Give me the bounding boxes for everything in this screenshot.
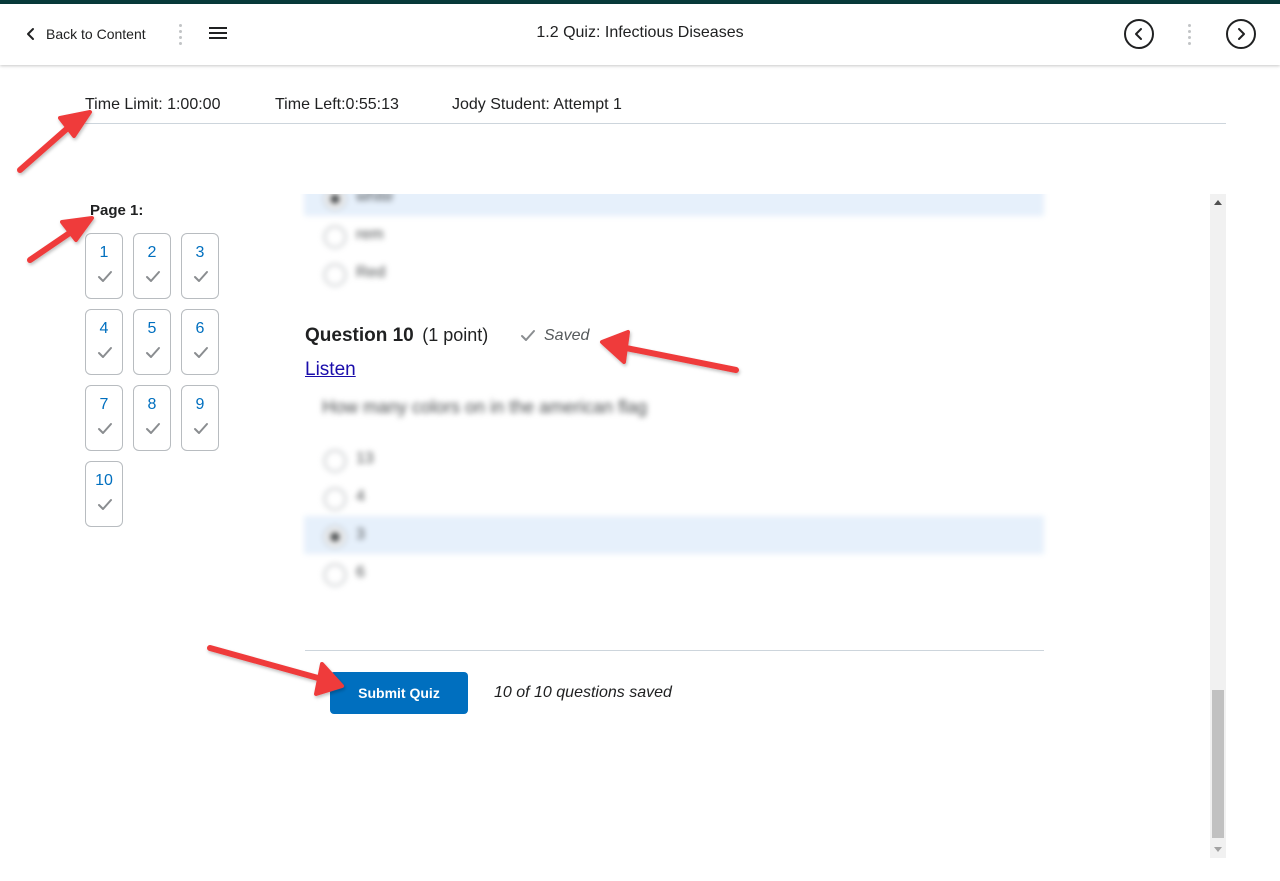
question-number: 4 xyxy=(99,320,109,337)
question-header: Question 10 (1 point) xyxy=(305,325,488,347)
previous-button[interactable] xyxy=(1124,19,1154,49)
radio-button[interactable] xyxy=(324,264,346,286)
attempt-info: Jody Student: Attempt 1 xyxy=(452,96,622,113)
time-left: Time Left:0:55:13 xyxy=(275,96,399,113)
checkmark-icon xyxy=(194,271,208,282)
header-bar: Back to Content 1.2 Quiz: Infectious Dis… xyxy=(0,4,1280,65)
question-nav-item[interactable]: 4 xyxy=(85,309,123,375)
question-number: 10 xyxy=(95,472,113,489)
saved-label: Saved xyxy=(544,327,590,344)
question-points: (1 point) xyxy=(422,325,489,345)
checkmark-icon xyxy=(146,347,160,358)
question-number: 9 xyxy=(195,396,205,413)
answer-option[interactable]: Red xyxy=(304,254,1044,292)
scrollbar-thumb[interactable] xyxy=(1212,690,1224,838)
menu-button[interactable] xyxy=(208,24,232,44)
checkmark-icon xyxy=(98,271,112,282)
answer-option[interactable]: white xyxy=(304,194,1044,216)
option-label: 6 xyxy=(356,564,365,581)
checkmark-icon xyxy=(521,330,535,341)
answer-option[interactable]: 6 xyxy=(304,554,1044,592)
question-number: 6 xyxy=(195,320,205,337)
scroll-up-arrow-icon[interactable] xyxy=(1214,200,1222,205)
question-nav-item[interactable]: 7 xyxy=(85,385,123,451)
answer-option[interactable]: 13 xyxy=(304,440,1044,478)
checkmark-icon xyxy=(98,499,112,510)
chevron-right-circle-icon xyxy=(1238,28,1245,40)
radio-button[interactable] xyxy=(324,226,346,248)
answer-option[interactable]: rem xyxy=(304,216,1044,254)
radio-button[interactable] xyxy=(324,564,346,586)
radio-button[interactable] xyxy=(324,488,346,510)
question-title: Question 10 xyxy=(305,325,414,346)
option-label: 3 xyxy=(356,526,365,543)
divider xyxy=(305,650,1044,651)
question-nav-item[interactable]: 6 xyxy=(181,309,219,375)
chevron-left-circle-icon xyxy=(1135,28,1142,40)
question-nav-item[interactable]: 1 xyxy=(85,233,123,299)
question-number: 8 xyxy=(147,396,157,413)
scrollbar[interactable] xyxy=(1210,194,1226,858)
answer-option[interactable]: 3 xyxy=(304,516,1044,554)
quiz-content: white rem Red Question 10 (1 point) Save… xyxy=(300,194,1210,858)
question-nav-item[interactable]: 5 xyxy=(133,309,171,375)
checkmark-icon xyxy=(98,423,112,434)
hamburger-icon xyxy=(209,27,227,29)
option-label: rem xyxy=(356,226,384,243)
time-limit: Time Limit: 1:00:00 xyxy=(85,96,221,113)
next-button[interactable] xyxy=(1226,19,1256,49)
question-number: 7 xyxy=(99,396,109,413)
option-label: 13 xyxy=(356,450,374,467)
question-number: 3 xyxy=(195,244,205,261)
question-number: 5 xyxy=(147,320,157,337)
question-nav-item[interactable]: 9 xyxy=(181,385,219,451)
checkmark-icon xyxy=(194,423,208,434)
saved-count: 10 of 10 questions saved xyxy=(494,684,672,701)
question-nav-item[interactable]: 8 xyxy=(133,385,171,451)
question-number: 1 xyxy=(99,244,109,261)
option-label: Red xyxy=(356,264,386,281)
radio-button[interactable] xyxy=(324,194,346,210)
submit-quiz-button[interactable]: Submit Quiz xyxy=(330,672,468,714)
question-nav-item[interactable]: 3 xyxy=(181,233,219,299)
answer-option[interactable]: 4 xyxy=(304,478,1044,516)
radio-button[interactable] xyxy=(324,450,346,472)
checkmark-icon xyxy=(98,347,112,358)
annotation-arrow-icon xyxy=(27,216,94,263)
back-to-content-button[interactable]: Back to Content xyxy=(24,22,146,46)
option-label: white xyxy=(356,194,394,205)
radio-button[interactable] xyxy=(324,526,346,548)
saved-status: Saved xyxy=(520,327,589,345)
page-title: 1.2 Quiz: Infectious Diseases xyxy=(536,24,744,41)
chevron-left-icon xyxy=(27,28,34,40)
question-nav-item[interactable]: 10 xyxy=(85,461,123,527)
question-nav-item[interactable]: 2 xyxy=(133,233,171,299)
vertical-divider xyxy=(1188,22,1192,48)
annotation-arrow-icon xyxy=(17,110,92,173)
listen-link[interactable]: Listen xyxy=(305,359,356,381)
checkmark-icon xyxy=(146,271,160,282)
vertical-divider xyxy=(179,22,183,48)
option-label: 4 xyxy=(356,488,365,505)
question-number: 2 xyxy=(147,244,157,261)
checkmark-icon xyxy=(194,347,208,358)
question-text: How many colors on in the american flag xyxy=(322,397,648,417)
page-label: Page 1: xyxy=(90,202,144,219)
back-to-content-label: Back to Content xyxy=(46,26,146,42)
divider xyxy=(85,123,1226,124)
scroll-down-arrow-icon[interactable] xyxy=(1214,847,1222,852)
checkmark-icon xyxy=(146,423,160,434)
